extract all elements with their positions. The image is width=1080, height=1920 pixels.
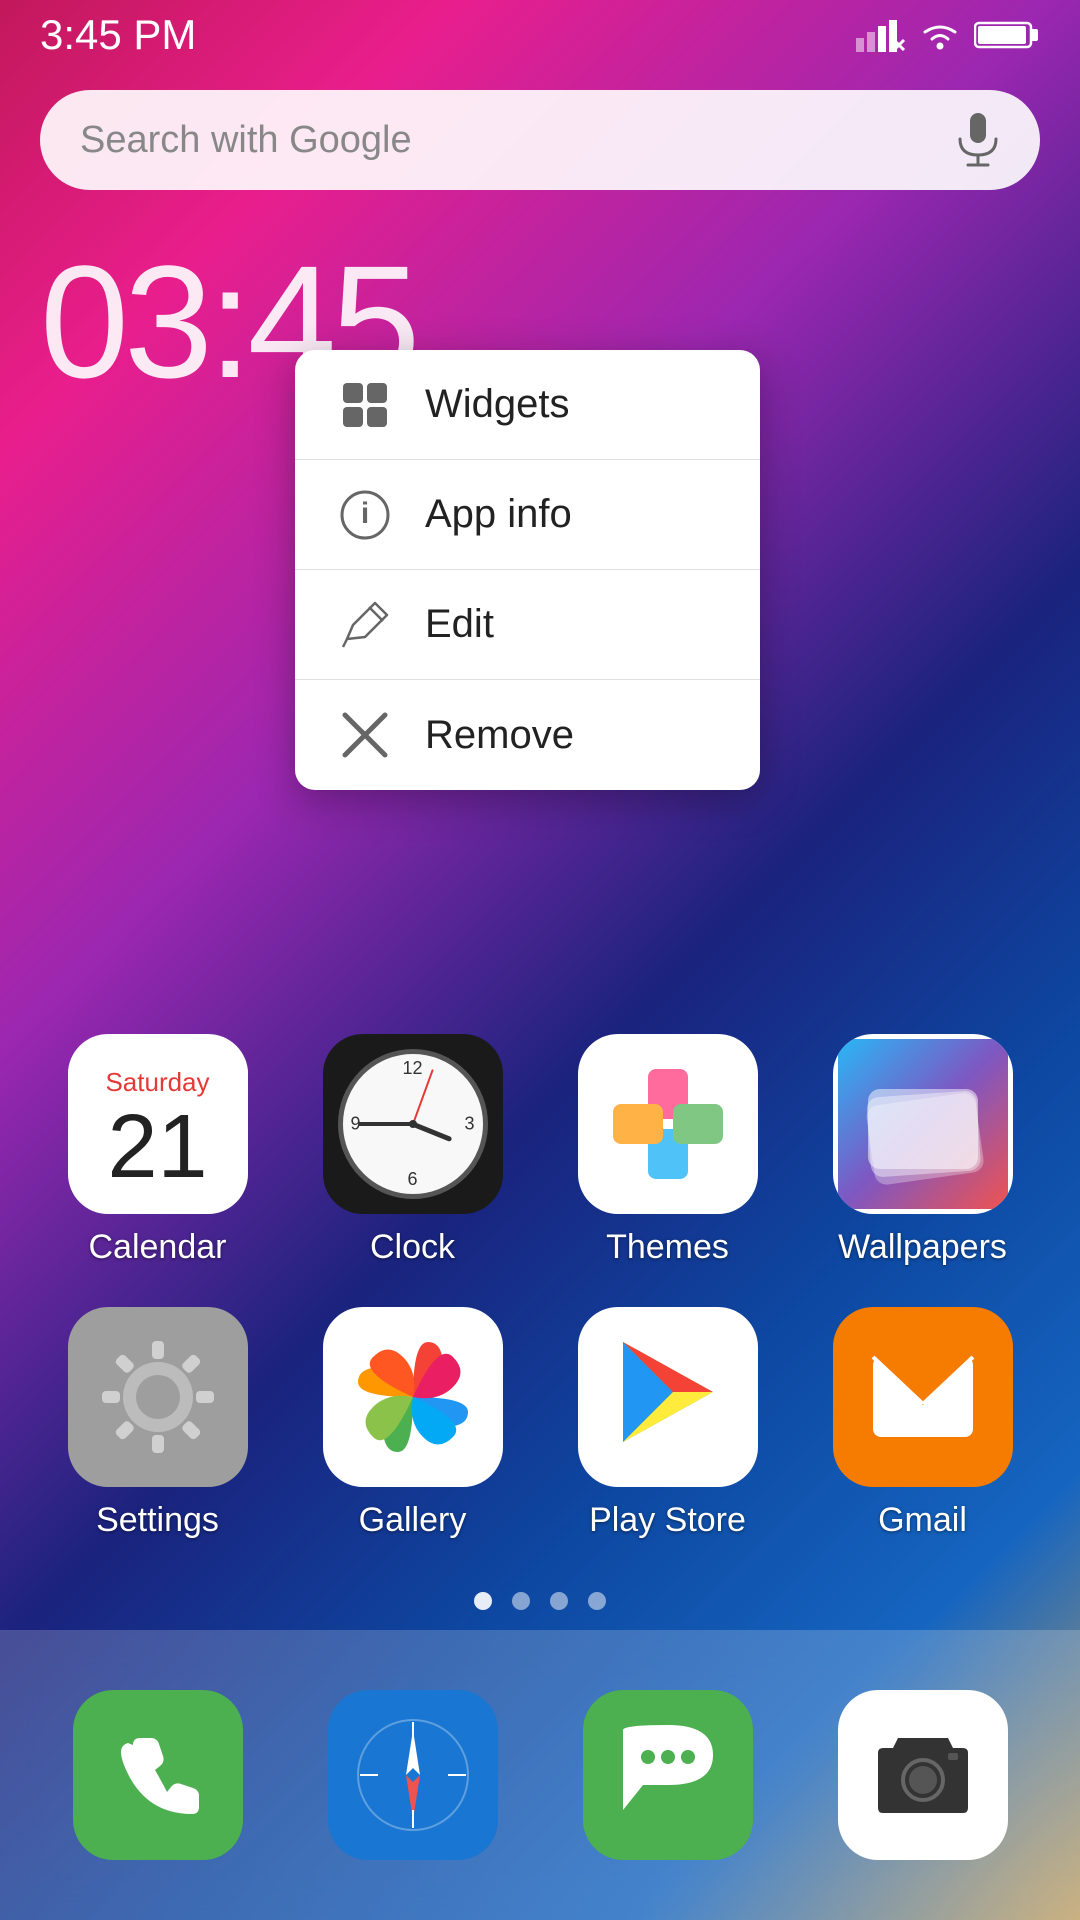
widgets-label: Widgets [425, 382, 570, 427]
edit-icon [335, 595, 395, 655]
app-item-playstore[interactable]: Play Store [558, 1307, 778, 1540]
dot-1[interactable] [474, 1592, 492, 1610]
dock-camera[interactable] [838, 1690, 1008, 1860]
dock [0, 1630, 1080, 1920]
gmail-label: Gmail [878, 1501, 967, 1540]
calendar-label: Calendar [89, 1228, 227, 1267]
remove-icon [335, 705, 395, 765]
mic-icon[interactable] [956, 111, 1000, 169]
app-item-clock[interactable]: 12 3 6 9 Clock [303, 1034, 523, 1267]
app-grid: Saturday 21 Calendar 12 3 6 9 [0, 1034, 1080, 1580]
dock-phone[interactable] [73, 1690, 243, 1860]
app-item-gmail[interactable]: Gmail [813, 1307, 1033, 1540]
page-dots [0, 1592, 1080, 1610]
svg-text:i: i [361, 497, 369, 530]
gallery-icon [323, 1307, 503, 1487]
status-bar: 3:45 PM [0, 0, 1080, 70]
wallpapers-icon [833, 1034, 1013, 1214]
calendar-day: Saturday [68, 1057, 248, 1102]
calendar-date: 21 [107, 1102, 207, 1192]
widgets-icon [335, 375, 395, 435]
wifi-icon [918, 18, 962, 52]
gmail-icon [833, 1307, 1013, 1487]
app-item-themes[interactable]: Themes [558, 1034, 778, 1267]
themes-label: Themes [606, 1228, 729, 1267]
settings-label: Settings [96, 1501, 219, 1540]
clock-label: Clock [370, 1228, 455, 1267]
dot-2[interactable] [512, 1592, 530, 1610]
app-row-2: Settings Gallery [30, 1307, 1050, 1540]
app-item-settings[interactable]: Settings [48, 1307, 268, 1540]
context-menu: Widgets i App info Edit Rem [295, 350, 760, 790]
status-icons [856, 18, 1040, 52]
signal-icon [856, 18, 906, 52]
dock-messages[interactable] [583, 1690, 753, 1860]
battery-icon [974, 19, 1040, 51]
app-item-wallpapers[interactable]: Wallpapers [813, 1034, 1033, 1267]
search-bar[interactable]: Search with Google [40, 90, 1040, 190]
calendar-icon: Saturday 21 [68, 1034, 248, 1214]
search-placeholder: Search with Google [80, 119, 956, 162]
dock-safari[interactable] [328, 1690, 498, 1860]
dot-4[interactable] [588, 1592, 606, 1610]
menu-item-widgets[interactable]: Widgets [295, 350, 760, 460]
remove-label: Remove [425, 713, 574, 758]
edit-label: Edit [425, 602, 494, 647]
app-item-calendar[interactable]: Saturday 21 Calendar [48, 1034, 268, 1267]
info-icon: i [335, 485, 395, 545]
playstore-icon [578, 1307, 758, 1487]
app-info-label: App info [425, 492, 572, 537]
gallery-label: Gallery [359, 1501, 467, 1540]
app-row-1: Saturday 21 Calendar 12 3 6 9 [30, 1034, 1050, 1267]
dot-3[interactable] [550, 1592, 568, 1610]
app-item-gallery[interactable]: Gallery [303, 1307, 523, 1540]
wallpapers-label: Wallpapers [838, 1228, 1007, 1267]
menu-item-app-info[interactable]: i App info [295, 460, 760, 570]
playstore-label: Play Store [589, 1501, 746, 1540]
clock-icon: 12 3 6 9 [323, 1034, 503, 1214]
settings-icon [68, 1307, 248, 1487]
themes-icon [578, 1034, 758, 1214]
menu-item-remove[interactable]: Remove [295, 680, 760, 790]
menu-item-edit[interactable]: Edit [295, 570, 760, 680]
status-time: 3:45 PM [40, 11, 196, 59]
